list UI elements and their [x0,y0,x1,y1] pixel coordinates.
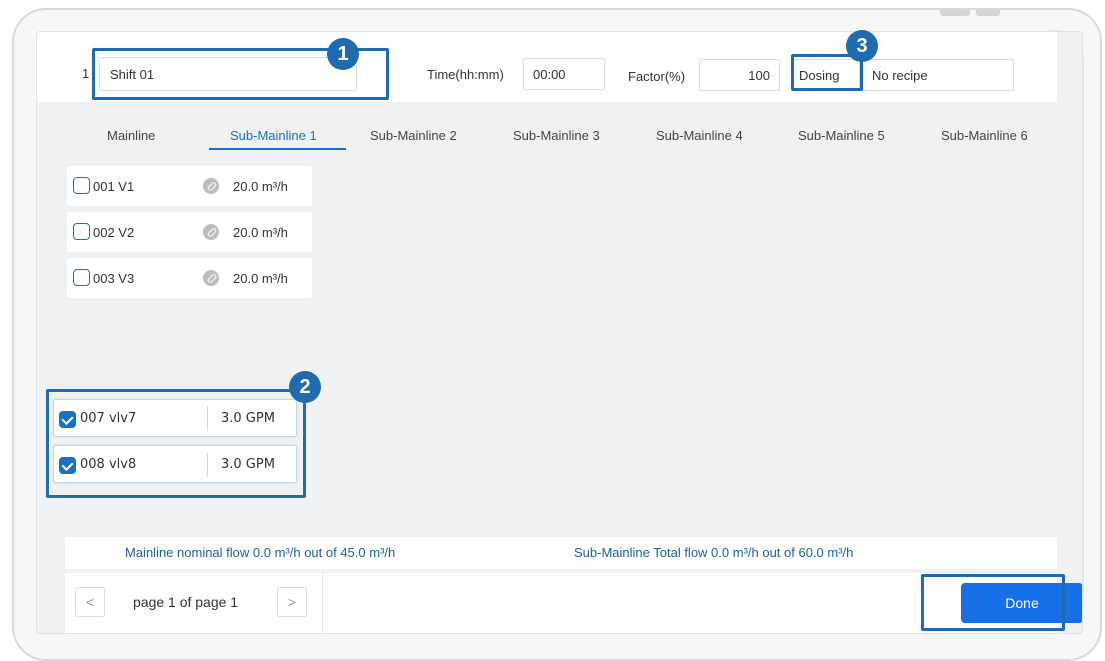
valve-checkbox[interactable] [73,223,90,240]
valve-card[interactable]: 002 V2 20.0 m³/h [67,212,312,252]
page-indicator: page 1 of page 1 [133,594,239,610]
valve-checkbox[interactable] [73,177,90,194]
screen: 1 Shift 01 Time(hh:mm) 00:00 Factor(%) 1… [36,31,1083,634]
footer-bar: < page 1 of page 1 > Done [65,573,1082,633]
valve-card[interactable]: 003 V3 20.0 m³/h [67,258,312,298]
annotation-badge-2: 2 [289,371,321,403]
valve-name: 003 V3 [93,271,135,286]
annotation-box-3 [791,54,863,91]
flow-summary: Mainline nominal flow 0.0 m³/h out of 45… [65,537,1057,569]
device-button [940,10,970,16]
link-icon [203,224,219,240]
valve-name: 002 V2 [93,225,135,240]
valve-flow: 20.0 m³/h [233,225,288,240]
annotation-box-done [921,574,1065,631]
valve-flow: 20.0 m³/h [233,179,288,194]
device-button [976,10,1000,16]
time-label: Time(hh:mm) [427,67,504,82]
recipe-select[interactable]: No recipe [862,59,1014,91]
tab-sub-mainline-3[interactable]: Sub-Mainline 3 [513,128,600,143]
submainline-flow-text: Sub-Mainline Total flow 0.0 m³/h out of … [574,545,854,560]
tab-mainline[interactable]: Mainline [107,128,155,143]
valve-card[interactable]: 001 V1 20.0 m³/h [67,166,312,206]
prev-page-button[interactable]: < [75,587,105,617]
active-tab-indicator [209,148,346,150]
mainline-flow-text: Mainline nominal flow 0.0 m³/h out of 45… [125,545,396,560]
link-icon [203,270,219,286]
factor-label: Factor(%) [628,69,686,84]
sub-mainline-tabs: Mainline Sub-Mainline 1 Sub-Mainline 2 S… [37,118,1082,158]
annotation-badge-1: 1 [327,38,359,70]
row-number: 1 [82,66,90,81]
valve-name: 001 V1 [93,179,135,194]
tab-sub-mainline-2[interactable]: Sub-Mainline 2 [370,128,457,143]
tab-sub-mainline-4[interactable]: Sub-Mainline 4 [656,128,743,143]
next-page-button[interactable]: > [277,587,307,617]
time-input[interactable]: 00:00 [523,58,605,90]
valve-flow: 20.0 m³/h [233,271,288,286]
tab-sub-mainline-5[interactable]: Sub-Mainline 5 [798,128,885,143]
annotation-badge-3: 3 [846,30,878,62]
link-icon [203,178,219,194]
factor-input[interactable]: 100 [699,59,780,91]
tab-sub-mainline-6[interactable]: Sub-Mainline 6 [941,128,1028,143]
valve-checkbox[interactable] [73,269,90,286]
tab-sub-mainline-1[interactable]: Sub-Mainline 1 [230,128,317,143]
divider [322,573,323,633]
annotation-box-2 [46,389,306,498]
